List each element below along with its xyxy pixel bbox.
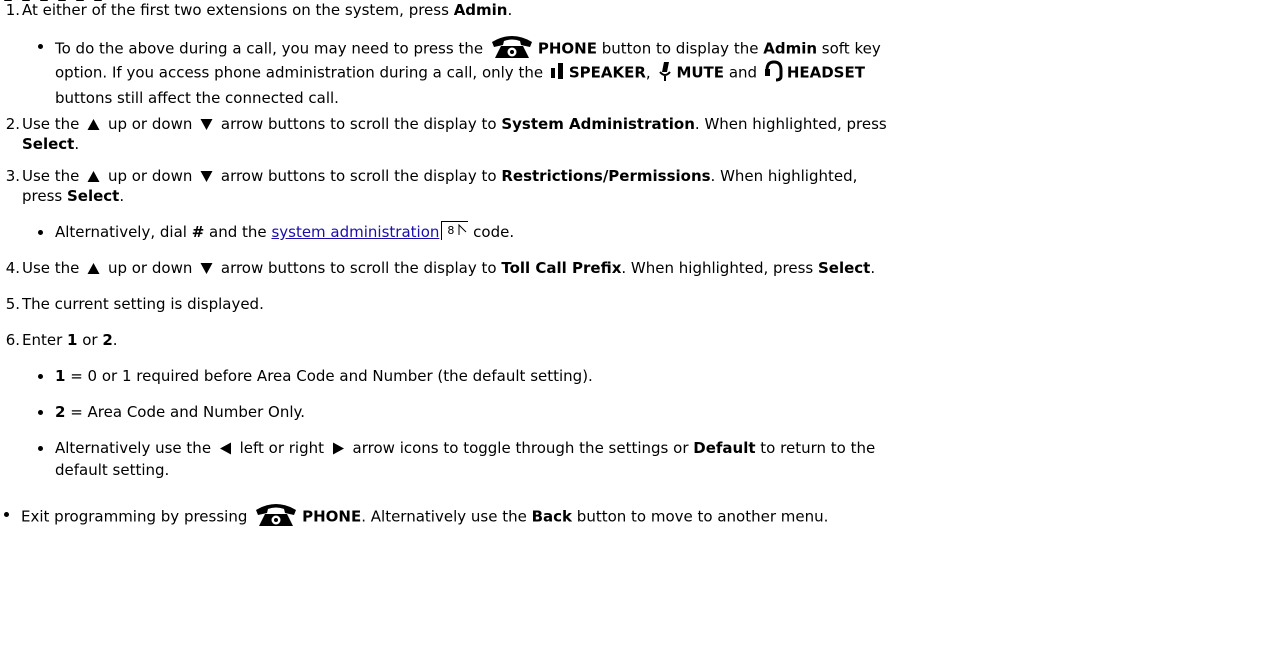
- step-text: Enter 1 or 2.: [22, 331, 118, 349]
- phone-icon: [254, 501, 298, 527]
- bullet-dot: [38, 44, 43, 49]
- step-text: Use the up or down arrow buttons to scro…: [22, 259, 876, 277]
- bullet-dot: [4, 512, 9, 517]
- bullet-dot: [38, 230, 43, 235]
- step-number: 3.: [5, 167, 20, 185]
- step-text: The current setting is displayed.: [22, 295, 264, 313]
- down-arrow-icon: [200, 116, 213, 130]
- bullet-text: Exit programming by pressing PHONE. Alte…: [21, 504, 828, 530]
- system-administration-link[interactable]: system administration: [271, 223, 439, 241]
- step-text-line1: Use the up or down arrow buttons to scro…: [22, 167, 858, 185]
- bullet-dot: [38, 410, 43, 415]
- step-number: 1.: [5, 1, 20, 19]
- up-arrow-icon: [87, 116, 100, 130]
- down-arrow-icon: [200, 260, 213, 274]
- bullet-text-line3: buttons still affect the connected call.: [55, 89, 339, 107]
- right-arrow-icon: [332, 440, 345, 455]
- up-arrow-icon: [87, 260, 100, 274]
- headset-icon: [764, 60, 784, 82]
- bullet-text: 2 = Area Code and Number Only.: [55, 403, 305, 421]
- step-number: 4.: [5, 259, 20, 277]
- step-text-line1: Use the up or down arrow buttons to scro…: [22, 115, 887, 133]
- step-number: 5.: [5, 295, 20, 313]
- bullet-text-line2: default setting.: [55, 461, 170, 479]
- bullet-dot: [38, 446, 43, 451]
- speaker-icon: [550, 60, 566, 82]
- bullet-text: 1 = 0 or 1 required before Area Code and…: [55, 367, 593, 385]
- bullet-text-line2: option. If you access phone administrati…: [55, 60, 865, 84]
- step-number: 6.: [5, 331, 20, 349]
- step-text-line2: press Select.: [22, 187, 125, 205]
- bullet-text-line1: Alternatively use the left or right arro…: [55, 439, 876, 457]
- step-text: At either of the first two extensions on…: [22, 1, 513, 19]
- down-arrow-icon: [200, 168, 213, 182]
- left-arrow-icon: [219, 440, 232, 455]
- up-arrow-icon: [87, 168, 100, 182]
- bullet-dot: [38, 374, 43, 379]
- phone-icon: [490, 33, 534, 59]
- document-page: 1. At either of the first two extensions…: [0, 0, 1267, 646]
- page-reference[interactable]: 8: [441, 221, 469, 240]
- bullet-text-line1: To do the above during a call, you may n…: [55, 36, 881, 62]
- bullet-text: Alternatively, dial # and the system adm…: [55, 221, 515, 241]
- step-number: 2.: [5, 115, 20, 133]
- mute-icon: [657, 60, 673, 82]
- step-text-line2: Select.: [22, 135, 80, 153]
